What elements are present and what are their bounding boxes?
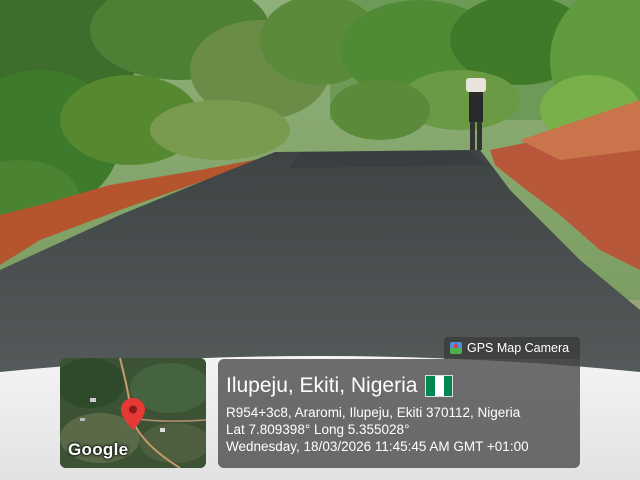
location-title-row: Ilupeju, Ekiti, Nigeria <box>226 373 572 399</box>
map-pin-icon <box>121 398 145 430</box>
gps-map-camera-icon <box>450 342 462 354</box>
datetime-text: Wednesday, 18/03/2026 11:45:45 AM GMT +0… <box>226 439 529 454</box>
map-thumbnail: Google <box>60 358 206 468</box>
gps-map-camera-badge: GPS Map Camera <box>444 337 580 359</box>
location-info-panel: Ilupeju, Ekiti, Nigeria R954+3c8, Ararom… <box>218 359 580 468</box>
nigeria-flag-icon <box>425 375 454 397</box>
google-logo: Google <box>68 440 129 459</box>
location-title: Ilupeju, Ekiti, Nigeria <box>226 374 418 397</box>
badge-label: GPS Map Camera <box>467 341 570 355</box>
address-text: R954+3c8, Araromi, Ilupeju, Ekiti 370112… <box>226 405 521 420</box>
coordinates-text: Lat 7.809398° Long 5.355028° <box>226 422 410 437</box>
